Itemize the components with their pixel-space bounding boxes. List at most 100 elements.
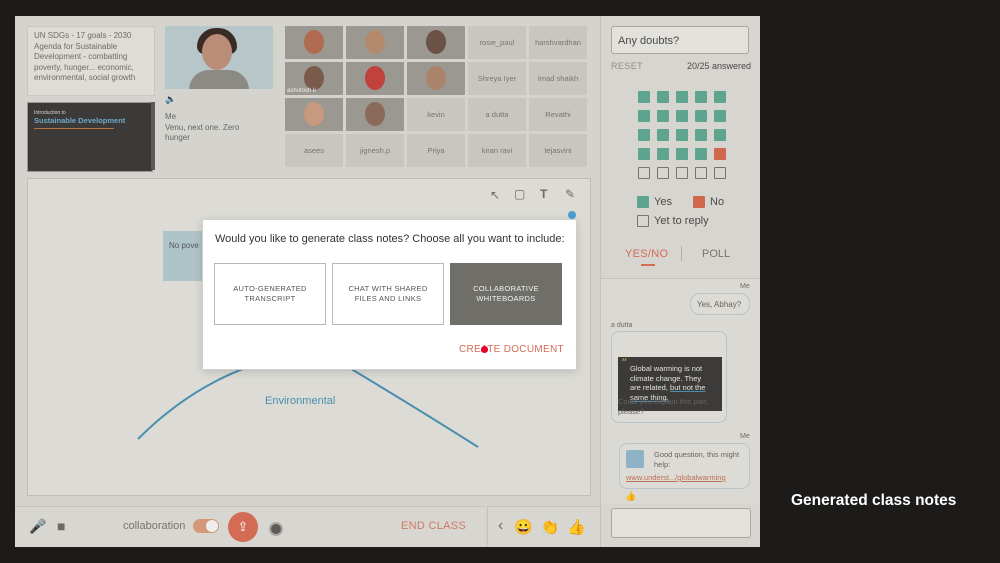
- participant-name: kevin: [427, 110, 445, 119]
- response-cell-yes: [714, 129, 726, 141]
- participant-name: asees: [303, 146, 324, 155]
- participant-tile[interactable]: [407, 62, 465, 95]
- response-cell-yes: [657, 110, 669, 122]
- end-class-button[interactable]: END CLASS: [401, 520, 466, 532]
- participant-face: [304, 66, 324, 90]
- participant-name: kiran ravi: [481, 146, 513, 155]
- microphone-icon[interactable]: 🎤: [29, 518, 46, 535]
- screen-share-button[interactable]: ⇪: [228, 512, 258, 542]
- response-cell-pending: [638, 167, 650, 179]
- option-chat-label: CHAT WITH SHARED FILES AND LINKS: [348, 284, 428, 303]
- chat-me-label-2: Me: [740, 433, 750, 440]
- slide-thumbnail[interactable]: Introduction to Sustainable Development: [27, 102, 153, 172]
- class-notes-dialog: Would you like to generate class notes? …: [202, 219, 577, 370]
- chat-message-me-1: Yes, Abhay?: [690, 293, 750, 315]
- option-transcript-label: AUTO-GENERATED TRANSCRIPT: [233, 284, 307, 303]
- participant-tile[interactable]: [407, 26, 465, 59]
- participant-tile[interactable]: [346, 62, 404, 95]
- response-cell-pending: [657, 167, 669, 179]
- legend-pending-label: Yet to reply: [654, 215, 709, 227]
- legend-no-label: No: [710, 196, 725, 208]
- participant-face: [365, 30, 385, 54]
- reset-button[interactable]: RESET: [611, 61, 643, 71]
- response-cell-pending: [714, 167, 726, 179]
- legend-no-swatch: [693, 196, 705, 208]
- option-whiteboards-label: COLLABORATIVE WHITEBOARDS: [473, 284, 539, 303]
- participant-tile[interactable]: jignesh.p: [346, 134, 404, 167]
- clapping-emoji-icon[interactable]: 👏: [541, 518, 560, 536]
- doubts-title: Any doubts?: [618, 35, 680, 47]
- participant-name: Shreya Iyer: [477, 74, 517, 83]
- participant-tile[interactable]: Imad shaikh: [529, 62, 587, 95]
- participant-tile[interactable]: [346, 98, 404, 131]
- emoji-bar: ‹ 😀 👏 👍: [487, 506, 601, 547]
- chat-link[interactable]: www.underst.../globalwarming: [626, 473, 726, 482]
- slide-thumbnail-next[interactable]: [151, 102, 155, 170]
- share-icon: ⇪: [237, 519, 249, 534]
- me-label: Me: [165, 112, 177, 121]
- participant-tile[interactable]: harshvardhan: [529, 26, 587, 59]
- option-whiteboards[interactable]: COLLABORATIVE WHITEBOARDS: [450, 263, 562, 325]
- chat-panel: Me Yes, Abhay? a dutta “ Global warming …: [601, 278, 760, 504]
- camera-icon[interactable]: ■: [57, 518, 65, 534]
- participant-tile[interactable]: kevin: [407, 98, 465, 131]
- agenda-card: UN SDGs - 17 goals - 2030 Agenda for Sus…: [27, 26, 155, 96]
- legend-yes-label: Yes: [654, 196, 672, 208]
- me-message: Venu, next one. Zero hunger: [165, 123, 240, 142]
- tab-poll[interactable]: POLL: [702, 248, 730, 260]
- participant-face: [365, 66, 385, 90]
- emoji-list: 😀 👏 👍: [514, 518, 586, 536]
- quote-question: Could you explain this part, please?: [618, 397, 709, 416]
- participant-name: rosie_paul: [479, 38, 515, 47]
- participant-tile[interactable]: [285, 98, 343, 131]
- create-document-button[interactable]: CREATE DOCUMENT: [459, 344, 564, 355]
- collaboration-toggle[interactable]: [193, 519, 219, 533]
- participant-tile[interactable]: [285, 26, 343, 59]
- response-cell-no: [714, 148, 726, 160]
- grinning-emoji-icon[interactable]: 😀: [514, 518, 533, 536]
- speaker-icon[interactable]: 🔈: [165, 94, 176, 105]
- caption-text: Generated class notes: [791, 492, 957, 509]
- option-transcript[interactable]: AUTO-GENERATED TRANSCRIPT: [214, 263, 326, 325]
- mouse-cursor: [481, 346, 488, 353]
- environmental-label: Environmental: [265, 395, 336, 407]
- participant-name: a dutta: [485, 110, 509, 119]
- participant-tile[interactable]: [346, 26, 404, 59]
- response-cell-yes: [676, 110, 688, 122]
- participant-tile[interactable]: Revathi: [529, 98, 587, 131]
- participant-name: ashutosh k: [287, 88, 317, 94]
- participant-face: [426, 30, 446, 54]
- presenter-video: [165, 26, 273, 89]
- participant-tile[interactable]: rosie_paul: [468, 26, 526, 59]
- dialog-question: Would you like to generate class notes? …: [215, 233, 565, 245]
- bottom-toolbar: 🎤 ■ collaboration ⇪ END CLASS: [15, 506, 485, 547]
- participant-tile[interactable]: Shreya Iyer: [468, 62, 526, 95]
- response-cell-yes: [714, 110, 726, 122]
- response-cell-yes: [657, 91, 669, 103]
- option-chat[interactable]: CHAT WITH SHARED FILES AND LINKS: [332, 263, 444, 325]
- tab-yes-no[interactable]: YES/NO: [625, 248, 668, 260]
- collaboration-label: collaboration: [123, 520, 186, 532]
- participant-tile[interactable]: kiran ravi: [468, 134, 526, 167]
- chat-message-text: Yes, Abhay?: [697, 300, 742, 309]
- participant-tile[interactable]: asees: [285, 134, 343, 167]
- record-button[interactable]: [269, 522, 283, 536]
- answered-count: 20/25 answered: [687, 61, 752, 71]
- thumbs-up-emoji-icon[interactable]: 👍: [567, 518, 586, 536]
- response-cell-pending: [695, 167, 707, 179]
- presenter-body: [189, 70, 249, 89]
- emoji-back-icon[interactable]: ‹: [498, 517, 503, 535]
- response-cell-yes: [695, 91, 707, 103]
- participant-face: [304, 30, 324, 54]
- participant-tile[interactable]: tejasvini: [529, 134, 587, 167]
- participant-tile[interactable]: Priya: [407, 134, 465, 167]
- doubts-box[interactable]: Any doubts?: [611, 26, 749, 54]
- participant-face: [426, 66, 446, 90]
- participant-name: harshvardhan: [535, 38, 581, 47]
- tab-yes-no-underline: [641, 264, 655, 266]
- chat-message-other: “ Global warming is not climate change. …: [611, 331, 727, 423]
- quote-mark-icon: “: [621, 356, 628, 370]
- participant-tile[interactable]: ashutosh k: [285, 62, 343, 95]
- participant-tile[interactable]: a dutta: [468, 98, 526, 131]
- chat-input[interactable]: [611, 508, 751, 538]
